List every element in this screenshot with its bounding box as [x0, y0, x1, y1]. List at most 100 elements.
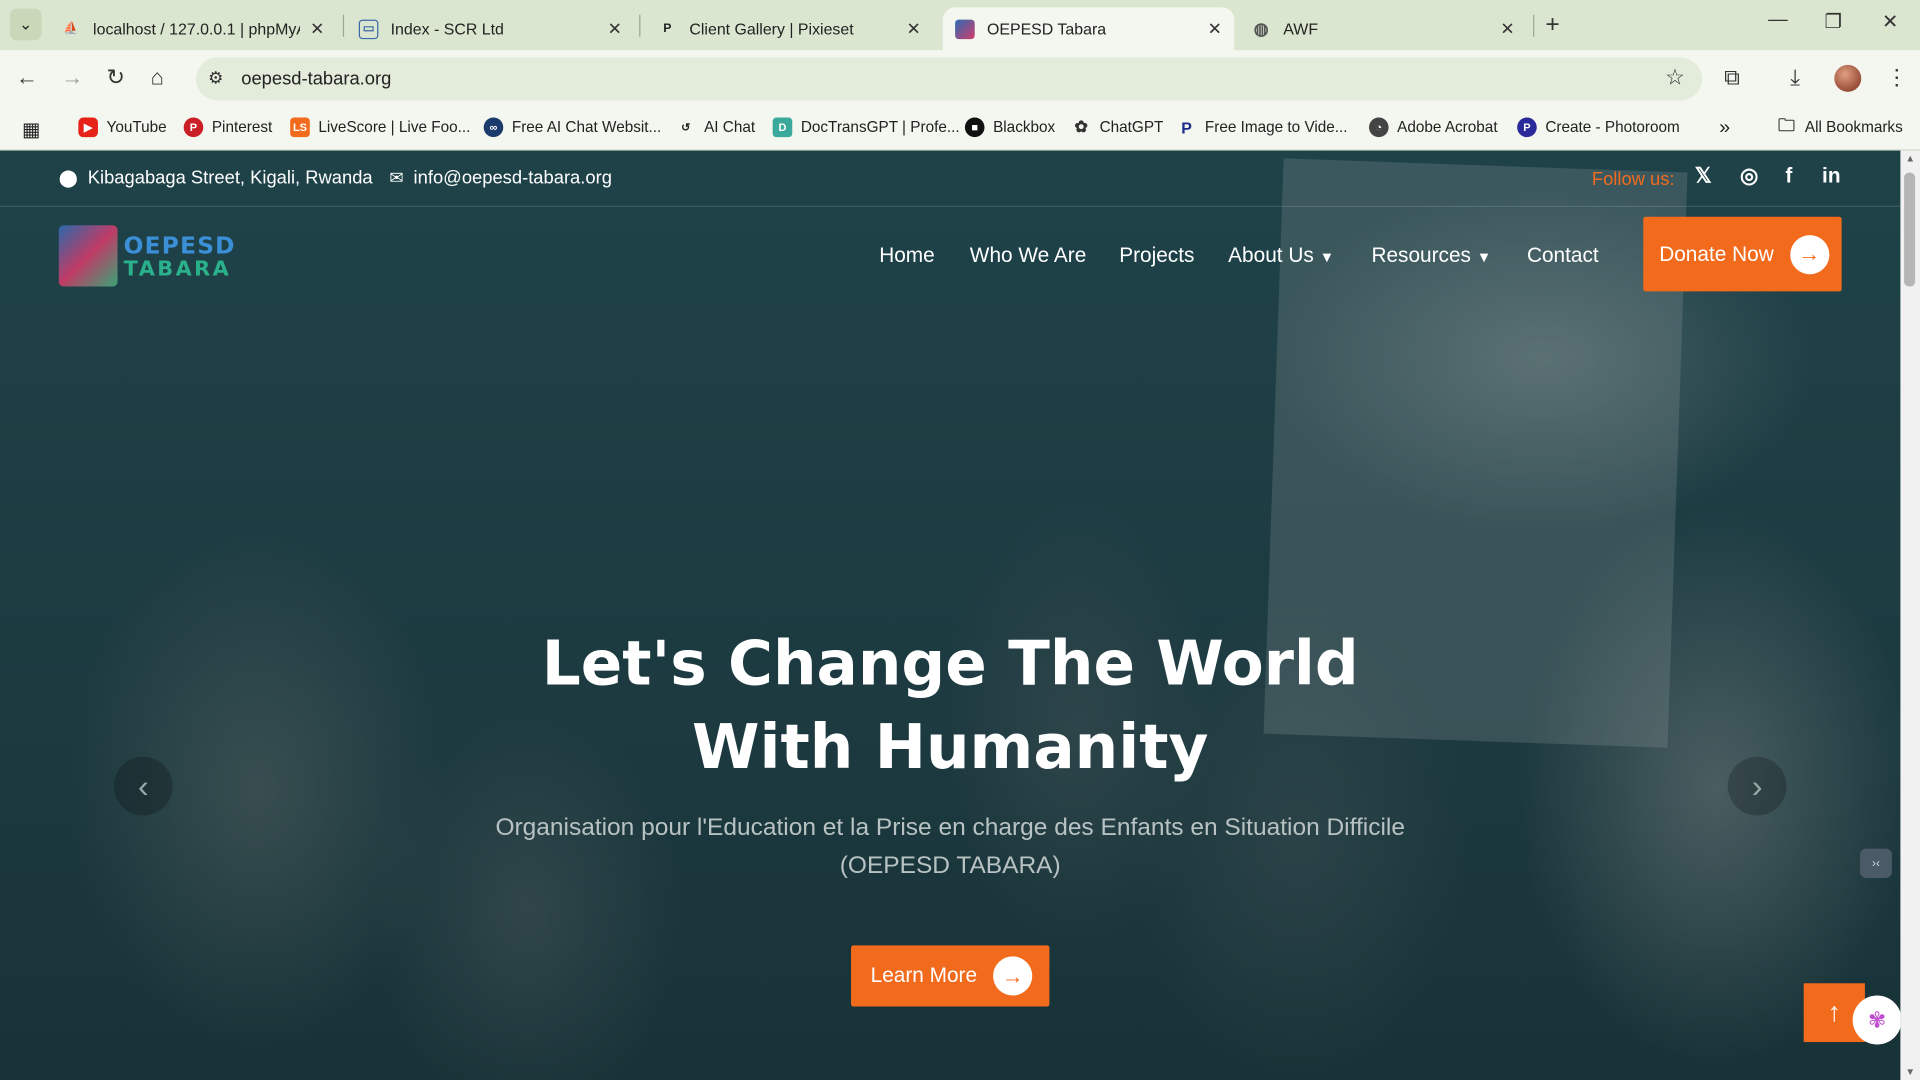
- all-bookmarks-folder[interactable]: 🗀 All Bookmarks: [1777, 115, 1903, 138]
- all-bookmarks-label: All Bookmarks: [1804, 118, 1903, 136]
- profile-avatar[interactable]: [1834, 64, 1862, 92]
- nav-projects[interactable]: Projects: [1119, 244, 1194, 268]
- nav-label: About Us: [1228, 243, 1314, 267]
- bookmark-star-icon[interactable]: ☆: [1665, 65, 1685, 91]
- tab-title: OEPESD Tabara: [986, 19, 1107, 38]
- bookmark-photoroom[interactable]: P Create - Photoroom: [1517, 117, 1680, 138]
- apps-grid-icon[interactable]: ▦: [22, 118, 41, 142]
- tab-oepesd-tabara[interactable]: OEPESD Tabara ✕: [942, 7, 1235, 51]
- carousel-prev-button[interactable]: ‹: [113, 756, 173, 816]
- instagram-icon[interactable]: ◎: [1740, 164, 1758, 188]
- globe-icon: ◍: [1253, 18, 1269, 38]
- email-text[interactable]: info@oepesd-tabara.org: [414, 168, 612, 189]
- extensions-icon[interactable]: ⧉: [1724, 65, 1740, 91]
- tab-search-button[interactable]: ⌄: [9, 8, 42, 41]
- linkedin-icon[interactable]: in: [1822, 164, 1841, 188]
- minimize-icon[interactable]: —: [1768, 10, 1788, 32]
- learn-more-label: Learn More: [870, 963, 978, 987]
- new-tab-icon[interactable]: +: [1545, 11, 1559, 39]
- close-icon[interactable]: ✕: [608, 18, 622, 39]
- site-settings-icon[interactable]: ⚙: [208, 67, 223, 88]
- close-icon[interactable]: ✕: [906, 18, 920, 39]
- bookmark-ai-chat[interactable]: ↺ AI Chat: [676, 118, 755, 138]
- bookmark-youtube[interactable]: ▶ YouTube: [78, 117, 167, 138]
- download-icon[interactable]: ⤓: [1790, 65, 1800, 91]
- oepesd-icon: [955, 18, 975, 39]
- window-close-icon[interactable]: ✕: [1882, 10, 1898, 34]
- tab-phpmyadmin[interactable]: ⛵ localhost / 127.0.0.1 | phpMyAd ✕: [49, 7, 337, 50]
- arrow-right-icon: →: [992, 956, 1033, 996]
- scroll-down-icon[interactable]: ▼: [1905, 1067, 1915, 1078]
- bookmark-livescore[interactable]: LS LiveScore | Live Foo...: [290, 117, 471, 138]
- arrow-up-icon: ↑: [1827, 996, 1842, 1028]
- address-text: Kibagabaga Street, Kigali, Rwanda: [87, 167, 373, 189]
- bookmark-label: Free Image to Vide...: [1204, 118, 1348, 136]
- folder-icon: 🗀: [1777, 115, 1796, 135]
- back-icon[interactable]: ←: [16, 65, 38, 91]
- tab-scr-ltd[interactable]: ▭ Index - SCR Ltd ✕: [347, 7, 635, 50]
- twitter-icon[interactable]: 𝕏: [1695, 164, 1712, 188]
- site-logo[interactable]: OEPESD TABARA: [58, 218, 234, 294]
- close-icon[interactable]: ✕: [1208, 18, 1222, 39]
- arrow-right-icon: →: [1789, 234, 1829, 274]
- bookmark-label: LiveScore | Live Foo...: [318, 118, 471, 136]
- chevron-down-icon: ▼: [1476, 248, 1492, 266]
- logo-text-oepesd: OEPESD: [123, 232, 236, 260]
- bookmark-blackbox[interactable]: ■ Blackbox: [964, 117, 1055, 138]
- address-bar[interactable]: ⚙ oepesd-tabara.org ☆: [195, 57, 1703, 101]
- forward-icon[interactable]: →: [61, 65, 83, 91]
- bookmark-chatgpt[interactable]: ✿ ChatGPT: [1071, 117, 1164, 138]
- url-text[interactable]: oepesd-tabara.org: [241, 69, 391, 90]
- reload-icon[interactable]: ↻: [107, 65, 125, 91]
- tab-awf[interactable]: ◍ AWF ✕: [1239, 7, 1527, 50]
- carousel-next-button[interactable]: ›: [1727, 756, 1787, 816]
- hero-subtitle-line1: Organisation pour l'Education et la Pris…: [495, 814, 1405, 842]
- scroll-up-icon[interactable]: ▲: [1905, 153, 1915, 164]
- bookmark-label: DocTransGPT | Profe...: [800, 118, 960, 136]
- restore-icon[interactable]: ❐: [1825, 10, 1843, 34]
- tab-divider: [1533, 14, 1535, 37]
- bookmark-label: Adobe Acrobat: [1397, 118, 1498, 136]
- tab-title: AWF: [1283, 19, 1319, 38]
- bookmark-free-ai-chat[interactable]: ∞ Free AI Chat Websit...: [483, 117, 661, 138]
- chevron-down-icon: ▼: [1319, 248, 1335, 266]
- bookmark-pinterest[interactable]: P Pinterest: [183, 117, 272, 138]
- nav-contact[interactable]: Contact: [1527, 244, 1599, 268]
- menu-icon[interactable]: ⋮: [1886, 65, 1908, 91]
- nav-home[interactable]: Home: [879, 244, 935, 268]
- floating-widget-icon[interactable]: ›‹: [1860, 848, 1892, 878]
- close-icon[interactable]: ✕: [1500, 18, 1514, 39]
- logo-text-tabara: TABARA: [123, 257, 232, 282]
- logo-emblem-icon: [58, 225, 118, 287]
- doctransgpt-icon: D: [772, 117, 793, 138]
- donate-now-button[interactable]: Donate Now →: [1643, 216, 1842, 292]
- page-icon: ▭: [358, 18, 379, 39]
- pinterest-icon: P: [183, 117, 204, 138]
- hero-subtitle-line2: (OEPESD TABARA): [839, 852, 1061, 880]
- tab-title: Index - SCR Ltd: [390, 19, 504, 38]
- facebook-icon[interactable]: f: [1785, 164, 1792, 188]
- nav-about-us[interactable]: About Us ▼: [1228, 244, 1334, 268]
- tab-divider: [639, 14, 641, 37]
- bookmark-label: ChatGPT: [1099, 118, 1164, 136]
- nav-resources[interactable]: Resources ▼: [1371, 244, 1491, 268]
- bookmark-adobe-acrobat[interactable]: ◔ Adobe Acrobat: [1368, 117, 1498, 138]
- learn-more-button[interactable]: Learn More →: [851, 945, 1050, 1007]
- tab-pixieset[interactable]: P Client Gallery | Pixieset ✕: [645, 7, 933, 50]
- bookmark-label: AI Chat: [704, 118, 756, 136]
- scrollbar-thumb[interactable]: [1904, 172, 1916, 287]
- bookmark-free-image-to-video[interactable]: P Free Image to Vide...: [1177, 118, 1348, 138]
- chatgpt-icon: ✿: [1074, 117, 1088, 136]
- site-topbar: ⬤ Kibagabaga Street, Kigali, Rwanda ✉ in…: [0, 151, 1901, 207]
- bookmark-doctransgpt[interactable]: D DocTransGPT | Profe...: [772, 117, 960, 138]
- nav-who-we-are[interactable]: Who We Are: [970, 244, 1086, 268]
- hero-title-line1: Let's Change The World: [541, 628, 1359, 700]
- close-icon[interactable]: ✕: [310, 18, 324, 39]
- home-icon[interactable]: ⌂: [151, 65, 164, 91]
- donate-label: Donate Now: [1659, 241, 1774, 266]
- email-info[interactable]: ✉ info@oepesd-tabara.org: [389, 168, 612, 189]
- more-bookmarks-icon[interactable]: »: [1719, 118, 1730, 140]
- ai-assistant-brain-icon[interactable]: ✾: [1852, 995, 1901, 1045]
- address-info: ⬤ Kibagabaga Street, Kigali, Rwanda: [59, 168, 373, 189]
- page-scrollbar[interactable]: ▲ ▼: [1900, 150, 1920, 1080]
